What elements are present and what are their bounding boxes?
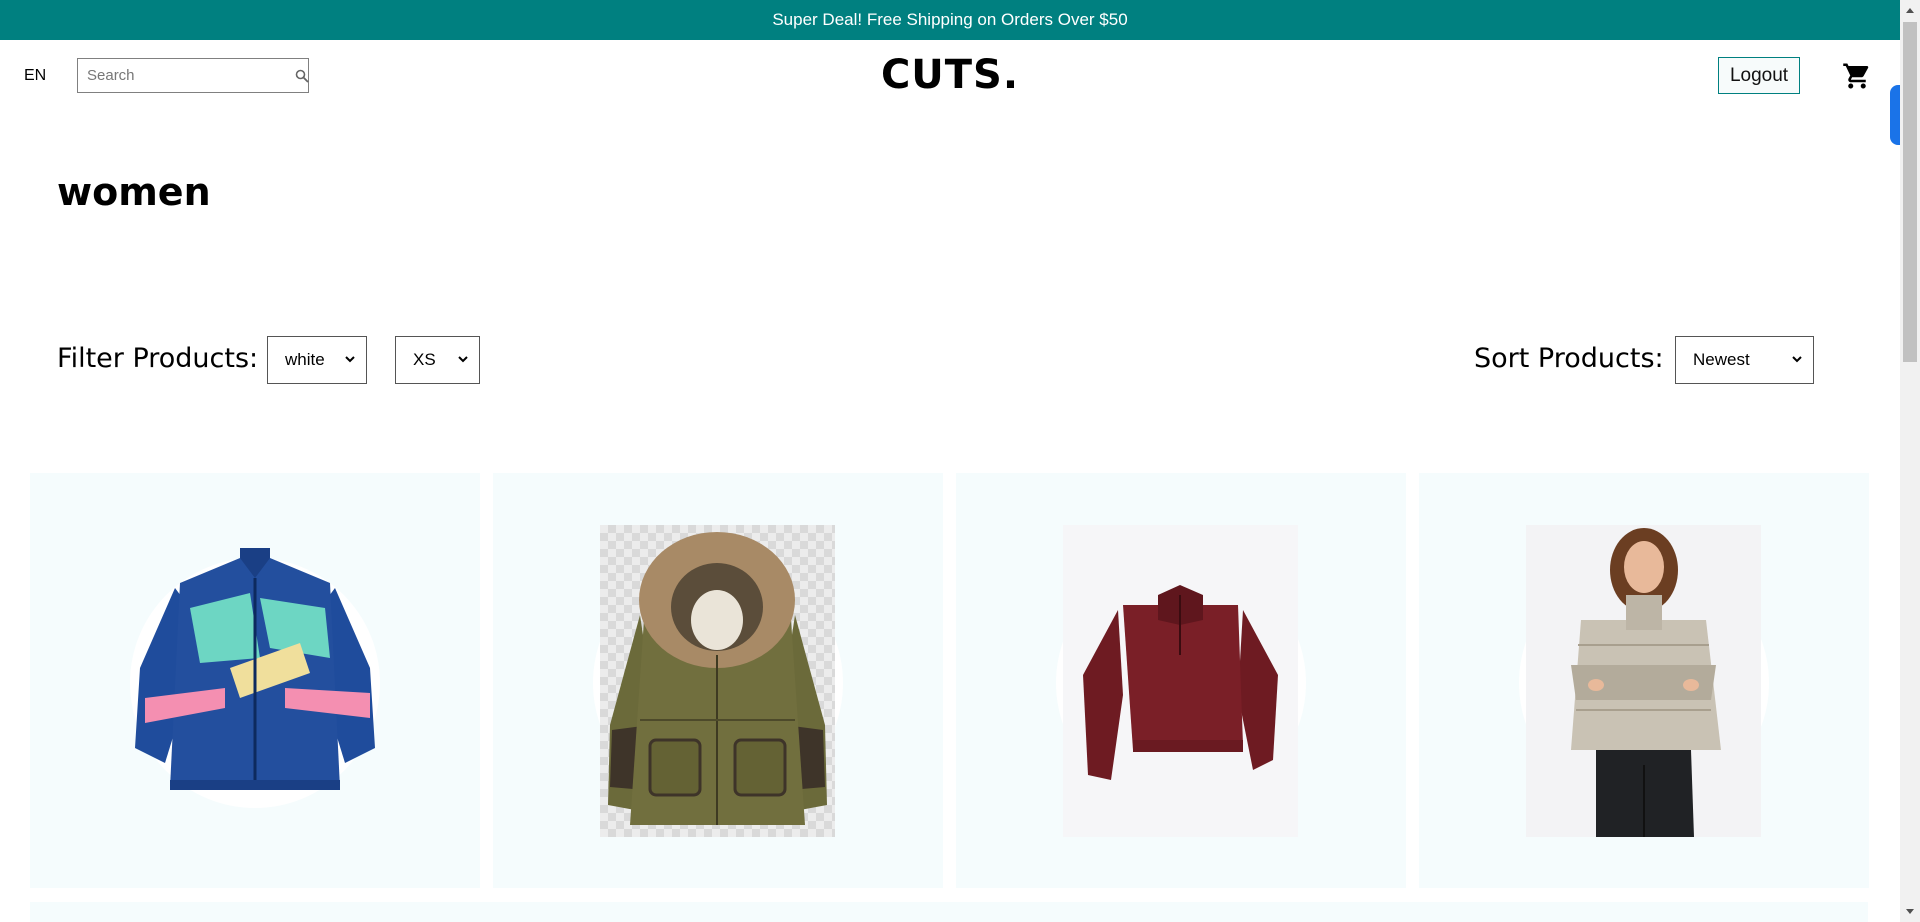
chevron-down-icon (457, 350, 469, 370)
announcement-text: Super Deal! Free Shipping on Orders Over… (772, 10, 1128, 29)
chevron-down-icon (344, 350, 356, 370)
sort-value: Newest (1693, 350, 1750, 369)
search-icon[interactable] (295, 66, 309, 86)
search-box (77, 58, 309, 93)
product-image[interactable] (130, 548, 380, 808)
color-filter-value: white (285, 350, 325, 369)
product-grid-next-row (30, 902, 1868, 922)
navbar: EN CUTS. Logout (0, 40, 1900, 112)
size-filter-select[interactable]: XS (395, 336, 480, 384)
search-input[interactable] (78, 59, 295, 92)
site-logo[interactable]: CUTS. (881, 52, 1019, 98)
chevron-down-icon (1791, 350, 1803, 370)
page-title: women (57, 170, 211, 214)
product-card[interactable] (493, 473, 943, 888)
color-filter-select[interactable]: white (267, 336, 367, 384)
sort-products-label: Sort Products: (1474, 343, 1664, 374)
product-image[interactable] (600, 525, 835, 837)
product-card[interactable] (956, 473, 1406, 888)
side-tab[interactable] (1890, 85, 1900, 145)
announcement-bar: Super Deal! Free Shipping on Orders Over… (0, 0, 1900, 40)
logout-button[interactable]: Logout (1718, 57, 1800, 94)
scroll-down-icon[interactable] (1904, 906, 1916, 918)
product-image[interactable] (1063, 525, 1298, 837)
product-grid (30, 473, 1869, 888)
sort-select[interactable]: Newest (1675, 336, 1814, 384)
scrollbar-thumb[interactable] (1903, 22, 1917, 362)
scroll-up-icon[interactable] (1904, 4, 1916, 16)
shopping-cart-icon[interactable] (1842, 61, 1872, 91)
product-card[interactable] (1419, 473, 1869, 888)
size-filter-value: XS (413, 350, 436, 369)
scrollbar[interactable] (1900, 0, 1920, 922)
product-image[interactable] (1526, 525, 1761, 837)
filter-products-label: Filter Products: (57, 343, 259, 374)
product-card[interactable] (30, 473, 480, 888)
language-selector[interactable]: EN (24, 67, 46, 85)
